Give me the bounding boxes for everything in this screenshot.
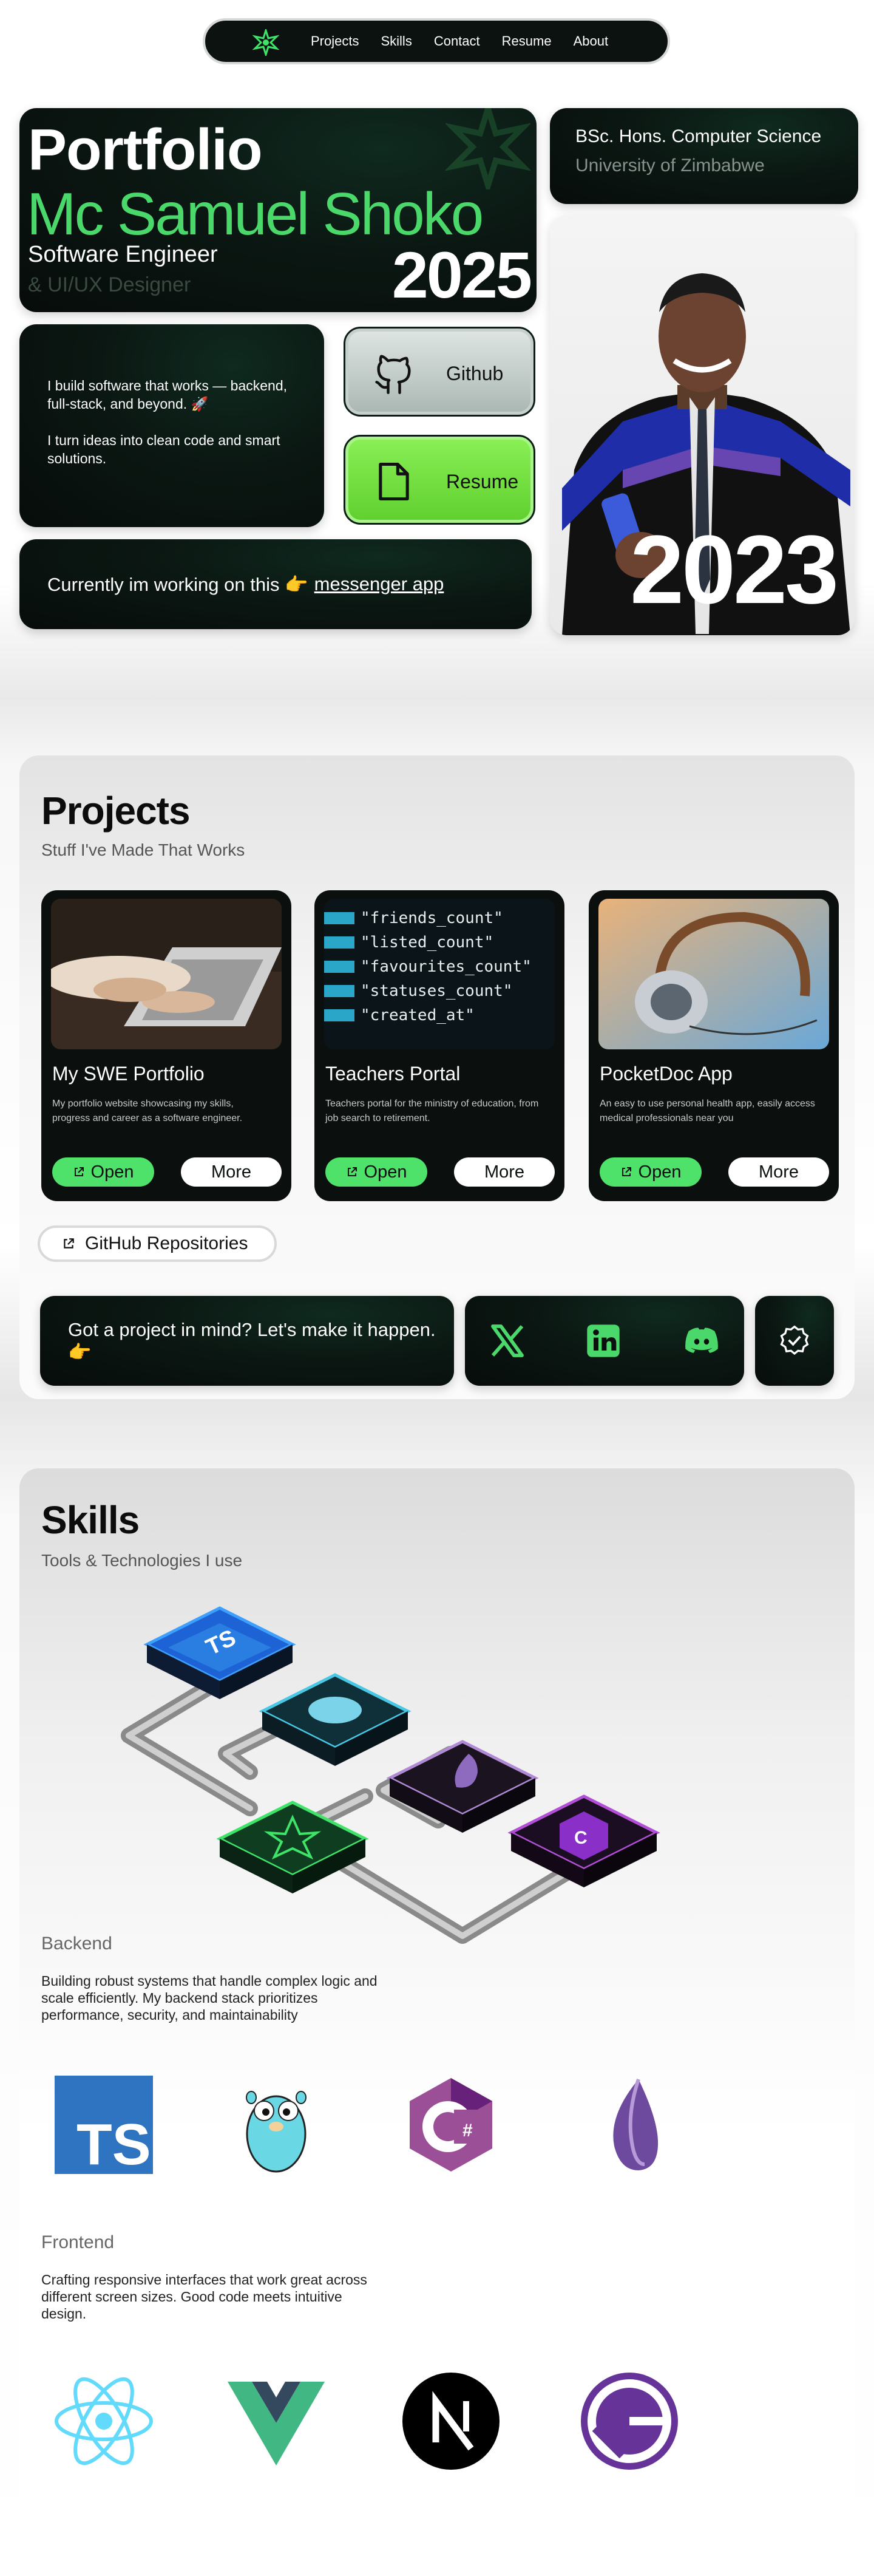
bio-card: I build software that works — backend, f… [19,324,324,527]
current-work-card: Currently im working on this 👉 messenger… [19,539,532,629]
messenger-app-link[interactable]: messenger app [314,573,444,595]
open-label: Open [364,1162,407,1182]
svg-text:"listed_count": "listed_count" [361,933,493,952]
github-button-label: Github [446,363,504,384]
discord-icon[interactable] [682,1321,721,1360]
github-repositories-label: GitHub Repositories [85,1233,248,1253]
star-logo-icon[interactable] [252,29,279,56]
x-twitter-icon[interactable] [488,1321,527,1360]
open-project-button[interactable]: Open [600,1157,702,1187]
svg-text:TS: TS [76,2112,151,2176]
bio-line-1: I build software that works — backend, f… [47,378,288,412]
verified-badge-icon [780,1325,809,1355]
project-title: Teachers Portal [325,1063,461,1085]
degree-text: BSc. Hons. Computer Science [575,126,822,146]
project-card: PocketDoc App An easy to use personal he… [589,890,839,1201]
external-link-icon [64,1238,74,1249]
page-title: Portfolio [28,117,263,182]
project-description: Teachers portal for the ministry of educ… [325,1099,539,1123]
csharp-block: C [507,1794,660,1887]
skills-section: Skills Tools & Technologies I use TS C B… [19,1468,855,2576]
nextjs-icon [402,2373,500,2470]
current-work-text: Currently im working on this 👉 [47,573,308,595]
open-label: Open [638,1162,682,1182]
project-description: My portfolio website showcasing my skill… [52,1099,243,1123]
more-button[interactable]: More [181,1157,282,1187]
golang-block [259,1673,412,1766]
github-icon [375,355,411,394]
svg-text:"favourites_count": "favourites_count" [361,958,532,976]
contact-cta-text: Got a project in mind? Let's make it hap… [68,1318,436,1363]
project-image-code: "friends_count" "listed_count" "favourit… [324,899,555,1049]
graduation-photo: 2023 [550,215,855,635]
csharp-icon: # [410,2078,492,2172]
watermark-logo-icon [445,108,530,189]
skills-subtitle: Tools & Technologies I use [41,1551,243,1570]
projects-title: Projects [41,789,191,833]
github-button[interactable]: Github [344,327,535,417]
typescript-block: TS [143,1606,296,1699]
nav-contact[interactable]: Contact [434,33,480,49]
skills-title: Skills [41,1498,140,1542]
nav-about[interactable]: About [574,33,609,49]
vue-icon [228,2382,325,2465]
svg-text:"created_at": "created_at" [361,1006,475,1024]
university-text: University of Zimbabwe [575,155,765,175]
frontend-description: Crafting responsive interfaces that work… [41,2272,367,2322]
hero-card: Portfolio Mc Samuel Shoko Software Engin… [19,108,537,312]
document-icon [379,462,409,501]
svg-text:"friends_count": "friends_count" [361,909,503,927]
social-links-card [465,1296,744,1386]
linkedin-icon[interactable] [584,1321,623,1360]
frontend-label: Frontend [41,2232,115,2252]
nav-resume[interactable]: Resume [502,33,552,49]
svg-text:#: # [462,2121,473,2141]
github-repositories-button[interactable]: GitHub Repositories [38,1225,277,1262]
backend-label: Backend [41,1934,112,1954]
elixir-block [386,1740,539,1833]
external-link-icon [622,1167,631,1176]
project-image-laptop [51,899,282,1049]
nav-skills[interactable]: Skills [381,33,412,49]
project-title: PocketDoc App [600,1063,733,1085]
project-card: My SWE Portfolio My portfolio website sh… [41,890,291,1201]
more-button[interactable]: More [728,1157,829,1187]
project-description: An easy to use personal health app, easi… [600,1099,815,1123]
contact-cta-card[interactable]: Got a project in mind? Let's make it hap… [40,1296,454,1386]
gatsby-icon [581,2373,678,2470]
resume-button-label: Resume [446,471,519,492]
resume-button[interactable]: Resume [344,435,535,525]
open-project-button[interactable]: Open [325,1157,427,1187]
verified-badge-card[interactable] [755,1296,834,1386]
top-nav: Projects Skills Contact Resume About [203,18,670,64]
open-label: Open [90,1162,134,1182]
more-button[interactable]: More [454,1157,555,1187]
project-card: "friends_count" "listed_count" "favourit… [314,890,564,1201]
typescript-icon: TS [55,2076,153,2176]
golang-gopher-icon [246,2091,307,2173]
role-title: Software Engineer [28,242,218,267]
project-image-headphones [598,899,829,1049]
projects-subtitle: Stuff I've Made That Works [41,840,245,859]
role-subtitle: & UI/UX Designer [28,273,191,296]
svg-text:"statuses_count": "statuses_count" [361,982,512,1000]
bio-line-2: I turn ideas into clean code and smart s… [47,432,280,466]
isometric-skills-diagram: TS C [121,1606,660,1944]
graduation-year: 2023 [630,515,839,624]
external-link-icon [74,1167,84,1176]
svg-text:C: C [574,1828,588,1848]
open-project-button[interactable]: Open [52,1157,154,1187]
react-icon [55,2377,153,2465]
backend-description: Building robust systems that handle comp… [41,1973,378,2023]
nav-projects[interactable]: Projects [311,33,359,49]
hero-year: 2025 [391,238,532,312]
external-link-icon [347,1167,357,1176]
education-card: BSc. Hons. Computer Science University o… [550,108,858,204]
project-title: My SWE Portfolio [52,1063,205,1085]
elixir-icon [613,2079,659,2170]
